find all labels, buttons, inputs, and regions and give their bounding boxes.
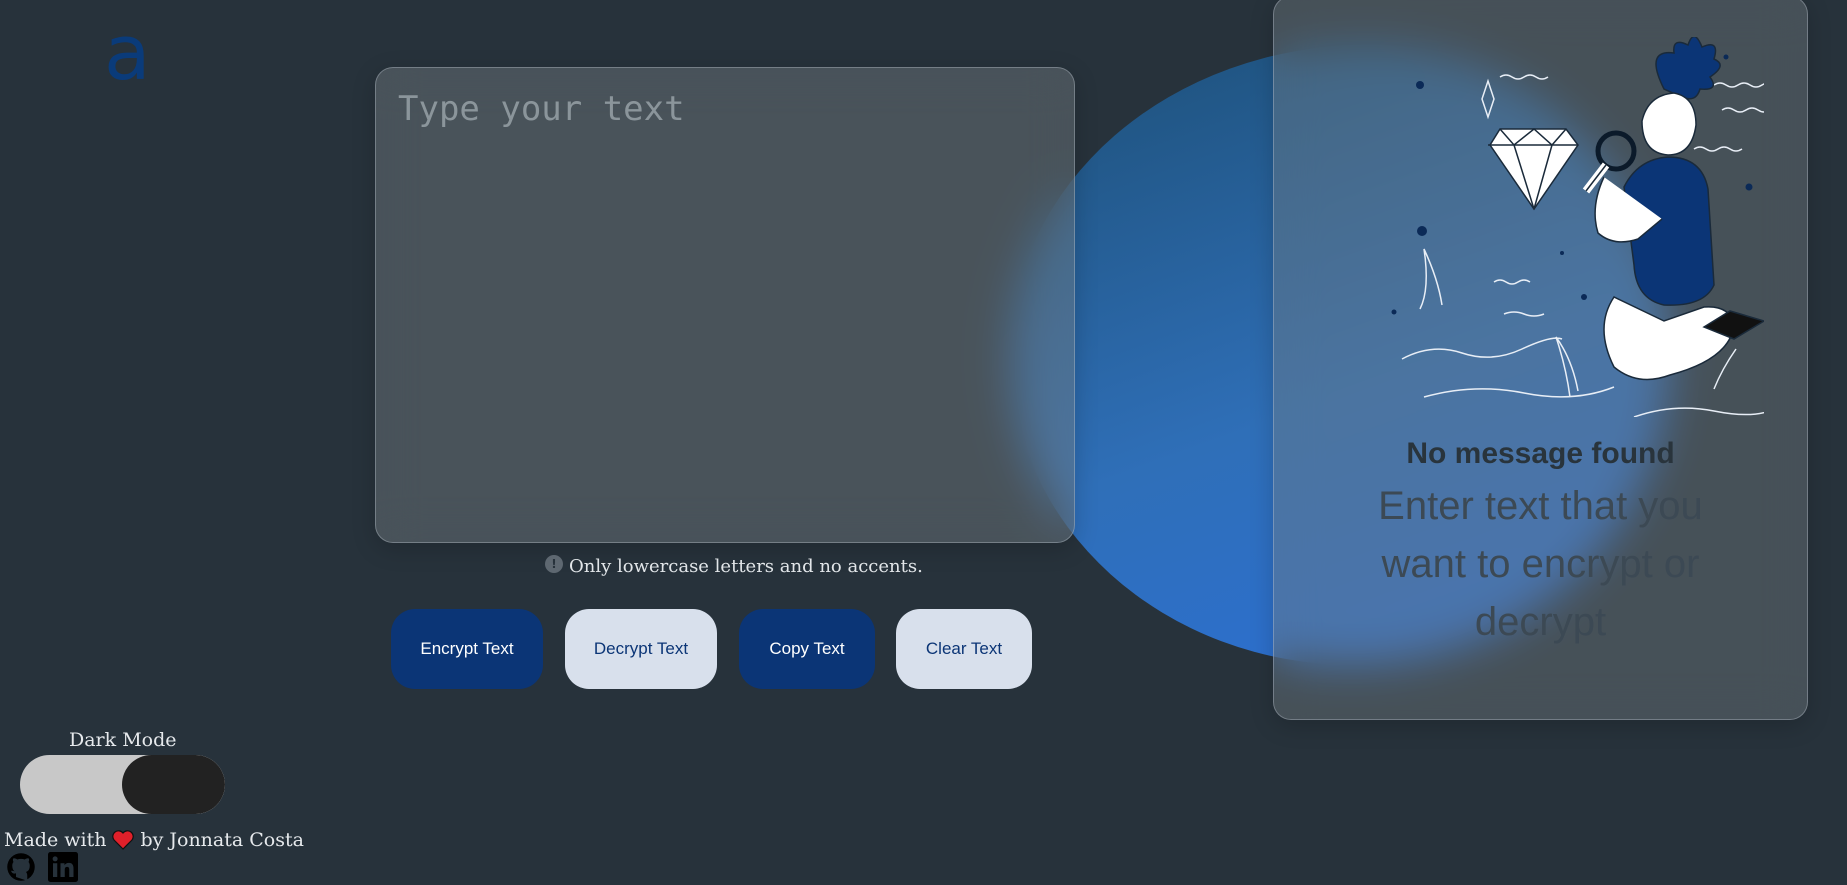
hint-text: Only lowercase letters and no accents. [569,556,923,577]
github-icon[interactable] [6,852,36,882]
clear-button[interactable]: Clear Text [896,609,1032,689]
input-hint: ! Only lowercase letters and no accents. [545,554,923,577]
copy-button[interactable]: Copy Text [739,609,875,689]
info-icon: ! [545,554,563,573]
heart-icon [112,830,135,850]
social-links [6,852,78,882]
decrypt-button[interactable]: Decrypt Text [565,609,717,689]
text-input-card [375,67,1075,543]
linkedin-icon[interactable] [48,852,78,882]
toggle-knob [122,755,225,814]
text-input[interactable] [376,68,1074,542]
footer-credit: Made with by Jonnata Costa [4,829,304,851]
searching-person-illustration [1391,37,1764,417]
author-text: by Jonnata Costa [140,829,304,851]
output-title: No message found [1406,437,1675,470]
logo[interactable]: a [104,15,156,91]
page: a ! Only lowercase letters and no accent… [0,0,1847,885]
made-with-text: Made with [4,829,107,851]
output-card: No message found Enter text that you wan… [1273,0,1808,720]
dark-mode-toggle[interactable] [20,755,225,814]
output-message: Enter text that you want to encrypt or d… [1378,484,1703,644]
encrypt-button[interactable]: Encrypt Text [391,609,543,689]
dark-mode-label: Dark Mode [69,729,177,751]
